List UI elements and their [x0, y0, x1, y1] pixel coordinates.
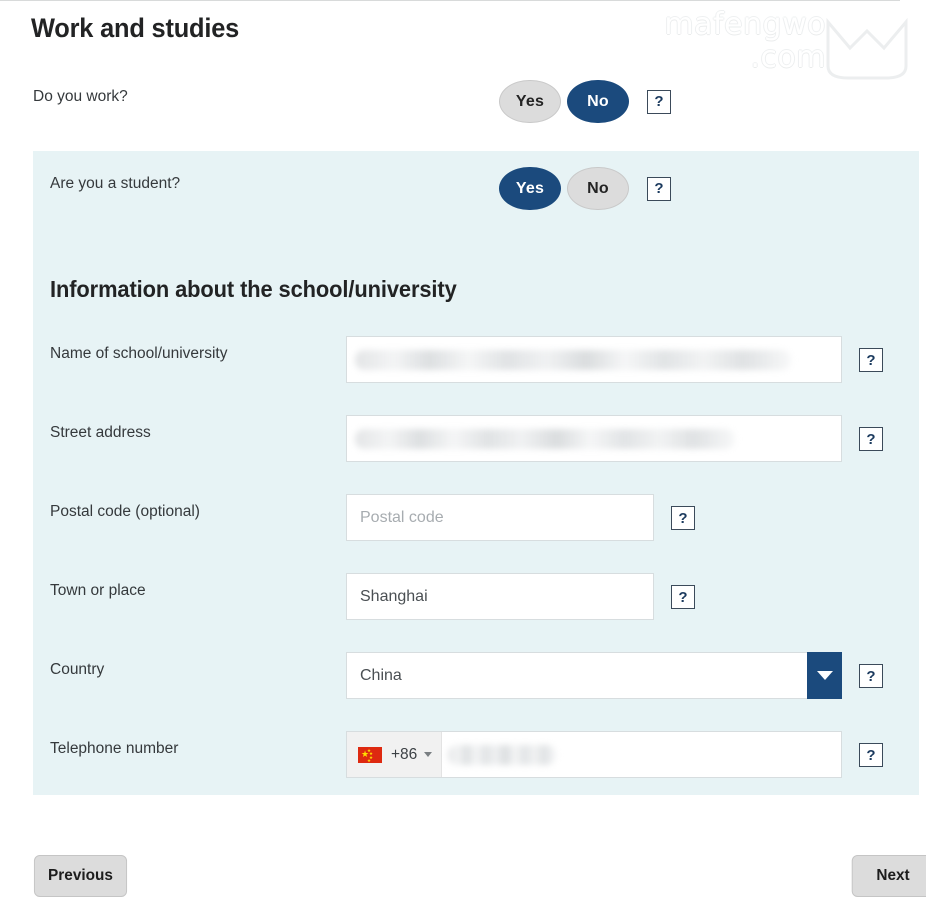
form-row-school-name: Name of school/university ?: [33, 336, 919, 392]
toggle-group-student: Yes No ?: [499, 167, 671, 210]
help-icon-student[interactable]: ?: [647, 176, 671, 201]
redacted-telephone: [448, 744, 557, 765]
top-divider: [0, 0, 900, 1]
input-street[interactable]: [346, 415, 842, 462]
toggle-group-work: Yes No ?: [499, 80, 671, 123]
country-value: China: [360, 666, 402, 684]
watermark-text: mafengwo .com: [664, 7, 826, 75]
toggle-student-no[interactable]: No: [567, 167, 629, 210]
question-row-work: Do you work? Yes No ?: [33, 80, 919, 140]
previous-button[interactable]: Previous: [33, 855, 128, 897]
help-icon-country[interactable]: ?: [859, 664, 883, 688]
label-school-name: Name of school/university: [50, 345, 228, 362]
input-postal[interactable]: Postal code: [346, 494, 654, 541]
postal-placeholder: Postal code: [360, 508, 444, 526]
section-title-school: Information about the school/university: [50, 276, 457, 302]
toggle-work-no[interactable]: No: [567, 80, 629, 123]
label-postal: Postal code (optional): [50, 503, 200, 520]
chevron-down-icon[interactable]: [807, 652, 842, 699]
help-icon-postal[interactable]: ?: [671, 506, 695, 530]
select-country[interactable]: China: [346, 652, 842, 699]
label-town: Town or place: [50, 582, 146, 599]
telephone-country-selector[interactable]: ★ ★ ★ ★ ★ +86: [347, 732, 443, 777]
label-country: Country: [50, 661, 105, 678]
redacted-school-name: [355, 349, 791, 370]
mafengwo-logo-icon: [826, 17, 908, 80]
input-school-name[interactable]: [346, 336, 842, 383]
help-icon-work[interactable]: ?: [647, 89, 671, 114]
toggle-student-yes[interactable]: Yes: [499, 167, 561, 210]
question-row-student: Are you a student? Yes No ?: [33, 167, 919, 227]
form-row-postal: Postal code (optional) Postal code ?: [33, 494, 919, 550]
question-label-work: Do you work?: [33, 88, 128, 105]
help-icon-street[interactable]: ?: [859, 427, 883, 451]
caret-down-icon: [424, 752, 433, 757]
label-street: Street address: [50, 424, 151, 441]
input-town[interactable]: Shanghai: [346, 573, 654, 620]
form-row-town: Town or place Shanghai ?: [33, 573, 919, 629]
watermark: mafengwo .com: [664, 4, 918, 86]
town-value: Shanghai: [360, 587, 428, 605]
input-telephone[interactable]: ★ ★ ★ ★ ★ +86: [346, 731, 842, 778]
form-row-country: Country China ?: [33, 652, 919, 708]
help-icon-telephone[interactable]: ?: [859, 743, 883, 767]
help-icon-school-name[interactable]: ?: [859, 348, 883, 372]
china-flag-icon: ★ ★ ★ ★ ★: [358, 746, 382, 763]
label-telephone: Telephone number: [50, 740, 179, 757]
question-label-student: Are you a student?: [50, 175, 181, 192]
telephone-dial-code: +86: [391, 745, 418, 763]
form-row-street: Street address ?: [33, 415, 919, 471]
form-row-telephone: Telephone number ★ ★ ★ ★ ★ +86 ?: [33, 731, 919, 787]
page-title: Work and studies: [31, 13, 240, 43]
next-button[interactable]: Next: [851, 855, 926, 897]
help-icon-town[interactable]: ?: [671, 585, 695, 609]
redacted-street: [355, 428, 735, 449]
school-panel: Are you a student? Yes No ? Information …: [33, 151, 919, 795]
toggle-work-yes[interactable]: Yes: [499, 80, 561, 123]
